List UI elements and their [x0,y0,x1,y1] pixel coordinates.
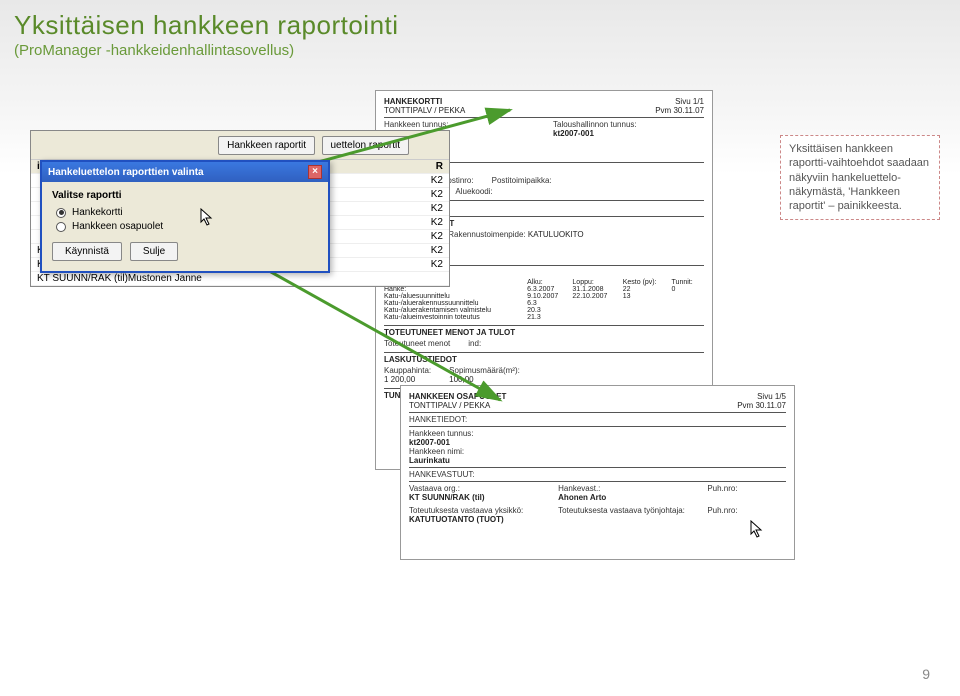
card2-title: HANKKEEN OSAPUOLET [409,392,506,401]
radio-osapuolet[interactable]: Hankkeen osapuolet [56,221,318,232]
start-button[interactable]: Käynnistä [52,242,122,261]
card1-title: HANKEKORTTI [384,97,465,106]
list-item: KT SUUNN/RAK (til)Mustonen Janne [31,272,449,286]
page-subtitle: (ProManager -hankkeidenhallintasovellus) [14,42,946,59]
page-number: 9 [922,666,930,682]
page-title: Yksittäisen hankkeen raportointi [14,10,946,41]
radio-icon [56,222,66,232]
title-block: Yksittäisen hankkeen raportointi (ProMan… [0,0,960,63]
card1-sub: TONTTIPALV / PEKKA [384,106,465,115]
callout-note: Yksittäisen hankkeen raportti-vaihtoehdo… [780,135,940,220]
report-select-dialog: Hankeluettelon raporttien valinta × Vali… [40,160,330,273]
app-toolbar: Hankkeen raportit uettelon raportit [31,131,449,160]
radio-icon [56,208,66,218]
luettelon-raportit-button[interactable]: uettelon raportit [322,136,410,155]
hankkeen-raportit-button[interactable]: Hankkeen raportit [218,136,315,155]
cursor-icon [750,520,764,538]
dialog-title: Hankeluettelon raporttien valinta [48,167,204,178]
report-osapuolet: HANKKEEN OSAPUOLET TONTTIPALV / PEKKA Si… [400,385,795,560]
close-icon[interactable]: × [308,165,322,179]
dialog-group-label: Valitse raportti [52,190,318,201]
figure-stage: HANKEKORTTI TONTTIPALV / PEKKA Sivu 1/1 … [30,100,790,580]
radio-hankekortti[interactable]: Hankekortti [56,207,318,218]
close-button[interactable]: Sulje [130,242,178,261]
cursor-icon [200,208,214,226]
